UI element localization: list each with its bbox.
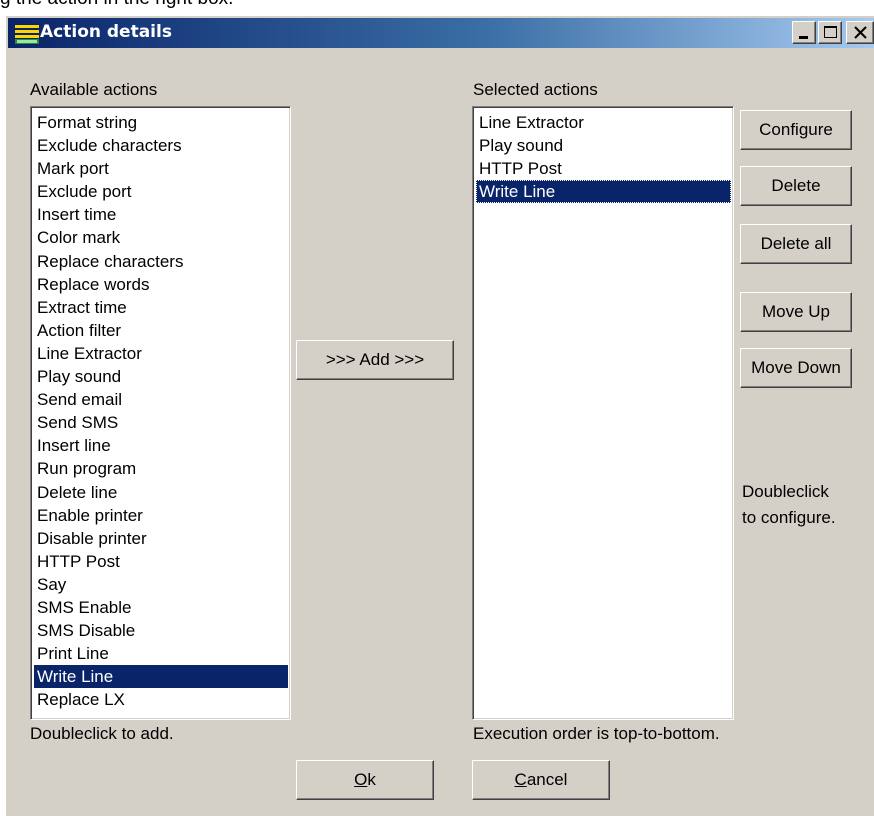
available-action-item[interactable]: Insert line (34, 434, 288, 457)
available-action-item[interactable]: Say (34, 573, 288, 596)
selected-action-item[interactable]: Line Extractor (476, 111, 731, 134)
available-action-item[interactable]: SMS Disable (34, 619, 288, 642)
ok-button[interactable]: Ok (296, 760, 434, 800)
cancel-button[interactable]: Cancel (472, 760, 610, 800)
ok-mnemonic: O (354, 770, 368, 789)
available-action-item[interactable]: Color mark (34, 226, 288, 249)
selected-actions-label: Selected actions (473, 80, 598, 99)
minimize-button[interactable] (792, 21, 816, 44)
window-title: Action details (40, 22, 172, 42)
background-document-caption: g the action in the right box. (0, 0, 874, 14)
app-icon (14, 23, 40, 45)
available-action-item[interactable]: Print Line (34, 642, 288, 665)
available-action-item[interactable]: Disable printer (34, 527, 288, 550)
maximize-button[interactable] (818, 21, 842, 44)
selected-action-item[interactable]: HTTP Post (476, 157, 731, 180)
selected-action-item[interactable]: Play sound (476, 134, 731, 157)
available-action-item[interactable]: Write Line (34, 665, 288, 689)
ok-label-rest: k (367, 770, 376, 789)
available-action-item[interactable]: HTTP Post (34, 550, 288, 573)
configure-hint-line1: Doubleclick (742, 482, 829, 501)
available-action-item[interactable]: Mark port (34, 157, 288, 180)
available-action-item[interactable]: Run program (34, 457, 288, 480)
add-hint: Doubleclick to add. (30, 724, 174, 743)
available-action-item[interactable]: Replace LX (34, 688, 288, 711)
action-details-dialog: Action details Available actions Format … (4, 14, 874, 816)
available-actions-list[interactable]: Format string Exclude characters Mark port… (30, 106, 291, 720)
selected-actions-list[interactable]: Line Extractor Play sound HTTP Post Write L… (472, 106, 734, 720)
available-action-item[interactable]: Exclude characters (34, 134, 288, 157)
close-button[interactable] (846, 21, 874, 44)
maximize-icon (824, 26, 837, 38)
available-action-item[interactable]: SMS Enable (34, 596, 288, 619)
title-bar[interactable]: Action details (8, 18, 874, 48)
move-down-button[interactable]: Move Down (740, 348, 852, 388)
available-action-item[interactable]: Send email (34, 388, 288, 411)
cancel-label-rest: ancel (526, 770, 568, 789)
available-action-item[interactable]: Replace words (34, 273, 288, 296)
close-icon (854, 26, 867, 39)
available-action-item[interactable]: Format string (34, 111, 288, 134)
move-up-button[interactable]: Move Up (740, 292, 852, 332)
available-action-item[interactable]: Line Extractor (34, 342, 288, 365)
configure-button[interactable]: Configure (740, 110, 852, 150)
available-actions-label: Available actions (30, 80, 158, 99)
available-action-item[interactable]: Exclude port (34, 180, 288, 203)
available-action-item[interactable]: Send SMS (34, 411, 288, 434)
minimize-icon (799, 36, 808, 39)
available-action-item[interactable]: Insert time (34, 203, 288, 226)
selected-action-item[interactable]: Write Line (476, 180, 731, 204)
available-action-item[interactable]: Delete line (34, 481, 288, 504)
available-action-item[interactable]: Extract time (34, 296, 288, 319)
add-button[interactable]: >>> Add >>> (296, 340, 454, 380)
configure-hint-line2: to configure. (742, 508, 836, 527)
cancel-mnemonic: C (514, 770, 527, 789)
available-action-item[interactable]: Action filter (34, 319, 288, 342)
available-action-item[interactable]: Replace characters (34, 250, 288, 273)
delete-all-button[interactable]: Delete all (740, 224, 852, 264)
delete-button[interactable]: Delete (740, 166, 852, 206)
execution-order-hint: Execution order is top-to-bottom. (473, 724, 720, 743)
available-action-item[interactable]: Play sound (34, 365, 288, 388)
available-action-item[interactable]: Enable printer (34, 504, 288, 527)
